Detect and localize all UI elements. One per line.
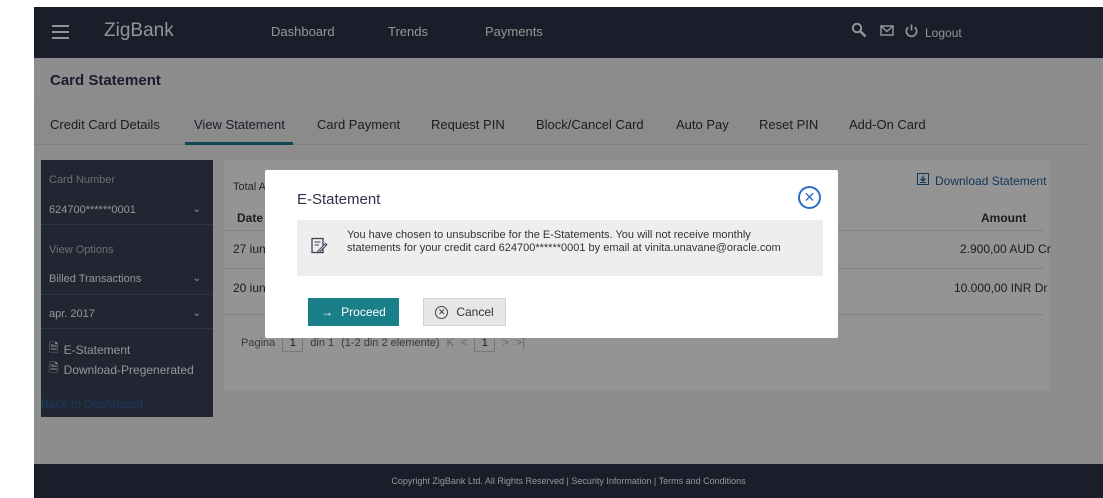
cancel-label: Cancel xyxy=(456,305,494,319)
e-statement-modal: E-Statement ✕ You have chosen to unsubsc… xyxy=(265,170,838,338)
modal-overlay: E-Statement ✕ You have chosen to unsubsc… xyxy=(34,7,1103,498)
proceed-label: Proceed xyxy=(341,305,386,319)
cancel-button[interactable]: ✕ Cancel xyxy=(423,298,506,326)
modal-title: E-Statement xyxy=(297,191,381,208)
modal-message: You have chosen to unsubscribe for the E… xyxy=(347,229,781,254)
proceed-button[interactable]: → Proceed xyxy=(308,298,399,326)
app-frame: ZigBank Dashboard Trends Payments Logout… xyxy=(34,7,1103,498)
cancel-icon: ✕ xyxy=(435,305,449,319)
document-edit-icon xyxy=(310,237,328,260)
arrow-right-icon: → xyxy=(321,305,334,319)
message-box: You have chosen to unsubscribe for the E… xyxy=(297,220,823,276)
close-icon[interactable]: ✕ xyxy=(798,186,821,209)
